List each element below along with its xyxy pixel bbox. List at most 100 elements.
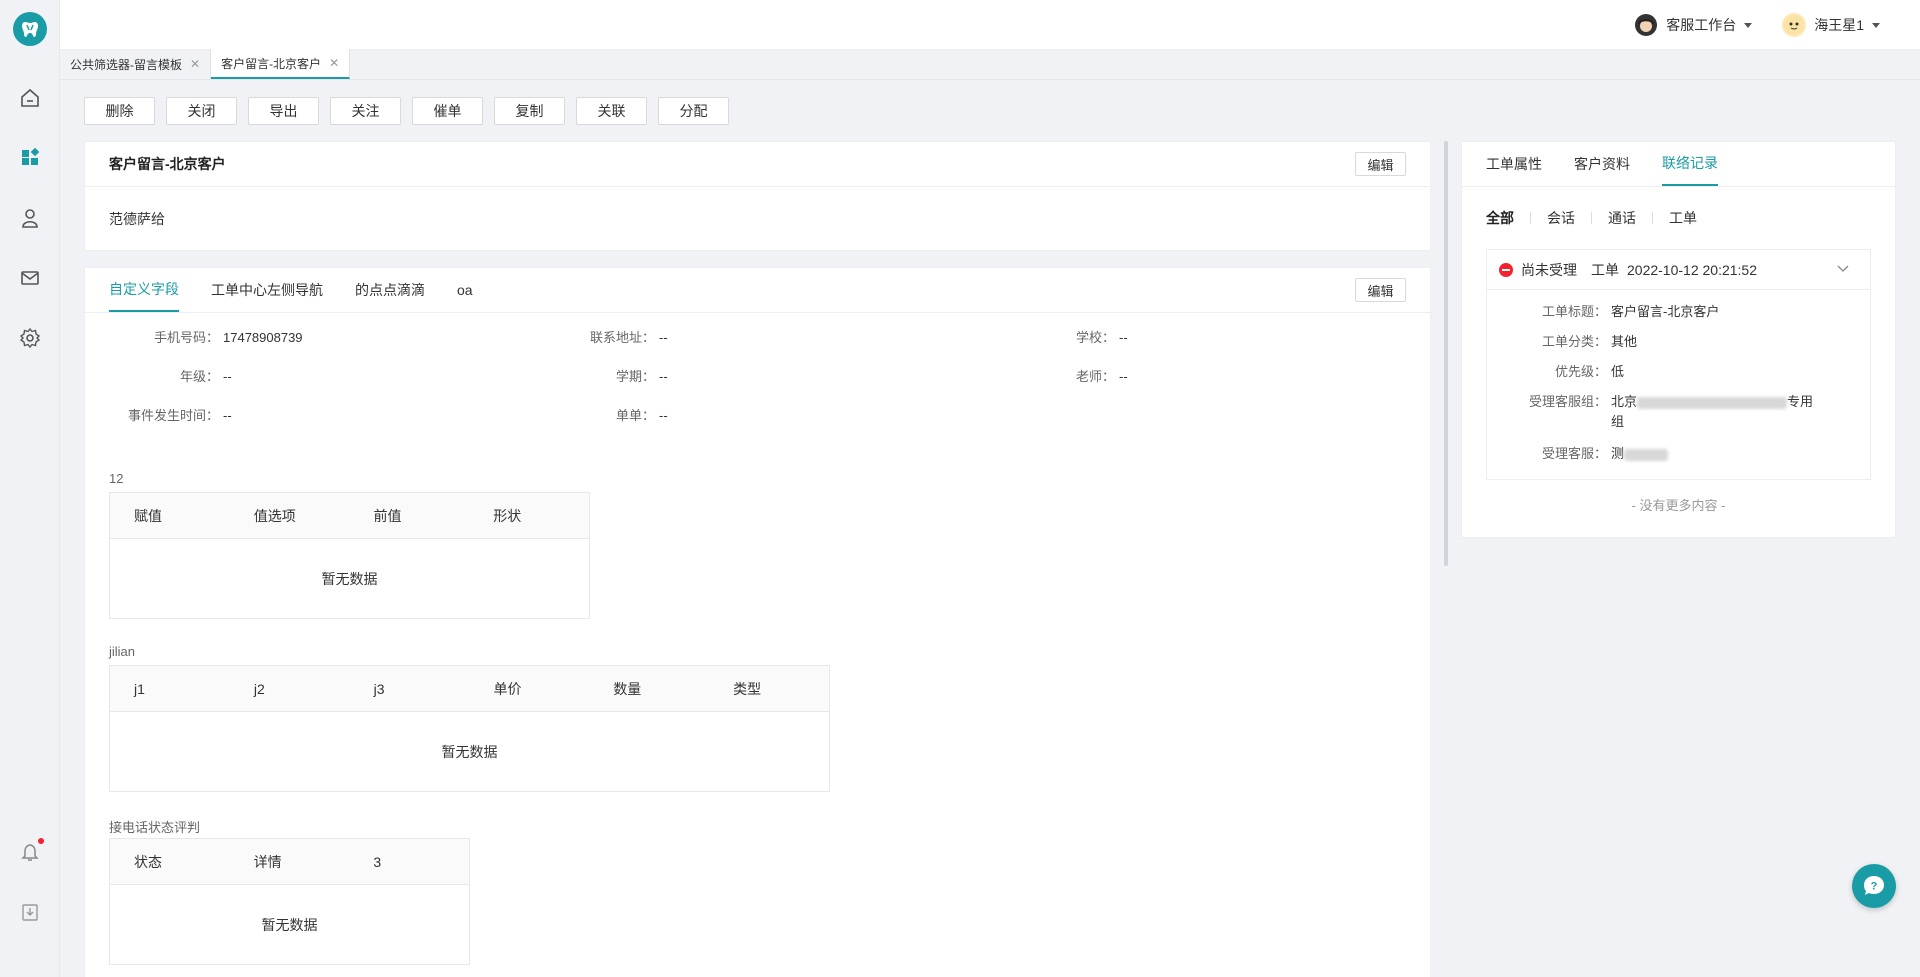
follow-button[interactable]: 关注 — [330, 97, 401, 125]
mail-icon[interactable] — [18, 266, 42, 290]
tooth-logo-icon — [22, 22, 38, 37]
redacted-text — [1637, 396, 1788, 409]
field-teacher: 老师： -- — [1075, 369, 1128, 384]
record-row-title: 工单标题： 客户留言-北京客户 — [1541, 304, 1720, 319]
tab-left-nav[interactable]: 工单中心左侧导航 — [211, 267, 323, 312]
notification-bell-icon[interactable] — [18, 838, 44, 864]
field-event-time: 事件发生时间： -- — [127, 408, 232, 423]
tab-customer-profile[interactable]: 客户资料 — [1574, 141, 1630, 186]
workspace-switcher[interactable]: 客服工作台 — [1634, 13, 1753, 37]
filter-call[interactable]: 通话 — [1608, 208, 1636, 228]
no-more-content: - 没有更多内容 - — [1631, 498, 1726, 513]
group-name-end: 专用 — [1787, 394, 1814, 409]
assign-button[interactable]: 分配 — [658, 97, 729, 125]
field-grade: 年级： -- — [179, 369, 232, 384]
record-card: 尚未受理 工单 2022-10-12 20:21:52 工单标题： 客户留言-北… — [1486, 249, 1871, 480]
help-chat-icon: ? — [1864, 876, 1884, 895]
tab-dots[interactable]: 的点点滴滴 — [355, 267, 425, 312]
chevron-down-icon — [1744, 22, 1753, 28]
link-button[interactable]: 关联 — [576, 97, 647, 125]
divider — [1591, 212, 1592, 224]
column-header: 形状 — [493, 507, 522, 524]
tab-oa[interactable]: oa — [457, 267, 473, 312]
download-icon[interactable] — [18, 900, 42, 924]
record-time: 2022-10-12 20:21:52 — [1627, 261, 1757, 278]
record-row-priority: 优先级： 低 — [1554, 364, 1625, 379]
column-header: j1 — [134, 680, 145, 697]
ticket-body: 范德萨给 — [109, 211, 165, 227]
record-row-agent: 受理客服： 测 — [1487, 444, 1870, 464]
record-row-group: 受理客服组： 北京 专用 组 — [1528, 394, 1814, 429]
action-toolbar: 删除 关闭 导出 关注 催单 复制 关联 分配 — [84, 97, 729, 125]
tab-contact-records[interactable]: 联络记录 — [1662, 141, 1718, 186]
tab-custom-fields[interactable]: 自定义字段 — [109, 267, 179, 312]
page-tabs: 公共筛选器-留言模板 ✕ 客户留言-北京客户 ✕ — [60, 49, 1920, 80]
page-tab-ticket[interactable]: 客户留言-北京客户 ✕ — [211, 49, 351, 79]
copy-button[interactable]: 复制 — [494, 97, 565, 125]
filter-ticket[interactable]: 工单 — [1669, 208, 1697, 228]
workspace-label: 客服工作台 — [1666, 17, 1737, 33]
contacts-icon[interactable] — [18, 206, 42, 230]
headset-agent-icon — [1635, 14, 1658, 36]
record-type: 工单 — [1591, 261, 1619, 278]
subtable-12: 赋值 值选项 前值 形状 暂无数据 — [109, 492, 590, 619]
chevron-down-icon[interactable] — [1836, 262, 1850, 276]
empty-state: 暂无数据 — [441, 743, 498, 760]
page-tab-label: 客户留言-北京客户 — [221, 56, 322, 71]
tab-ticket-attributes[interactable]: 工单属性 — [1486, 141, 1542, 186]
svg-text:?: ? — [1871, 881, 1878, 893]
table-title-jilian: jilian — [109, 644, 136, 659]
subtable-call-status: 状态 详情 3 暂无数据 — [109, 838, 470, 965]
close-icon[interactable]: ✕ — [329, 56, 339, 70]
table-header: 赋值 值选项 前值 形状 — [110, 493, 589, 539]
table-title-call-status: 接电话状态评判 — [109, 820, 201, 835]
column-header: 详情 — [253, 853, 282, 870]
table-header: 状态 详情 3 — [110, 839, 469, 885]
user-name: 海王星1 — [1814, 17, 1864, 33]
column-header: 值选项 — [253, 507, 296, 524]
subtable-jilian: j1 j2 j3 单价 数量 类型 暂无数据 — [109, 665, 830, 792]
dashboard-icon[interactable] — [18, 146, 42, 170]
contact-records-panel: 工单属性 客户资料 联络记录 全部 会话 通话 工单 尚未受理 工单 2022-… — [1461, 141, 1896, 538]
close-icon[interactable]: ✕ — [190, 57, 200, 71]
page-tab-filter-template[interactable]: 公共筛选器-留言模板 ✕ — [60, 49, 212, 79]
export-button[interactable]: 导出 — [248, 97, 319, 125]
record-card-header[interactable]: 尚未受理 工单 2022-10-12 20:21:52 — [1487, 250, 1870, 290]
urge-button[interactable]: 催单 — [412, 97, 483, 125]
edit-fields-button[interactable]: 编辑 — [1355, 278, 1406, 302]
column-header: 3 — [373, 853, 382, 870]
filter-session[interactable]: 会话 — [1547, 208, 1575, 228]
column-header: j3 — [373, 680, 385, 697]
user-menu[interactable]: 海王星1 — [1782, 13, 1880, 37]
ticket-title: 客户留言-北京客户 — [109, 156, 226, 172]
column-header: 状态 — [134, 853, 162, 870]
help-chat-button[interactable]: ? — [1852, 864, 1896, 908]
close-button[interactable]: 关闭 — [166, 97, 237, 125]
group-name-line2: 组 — [1611, 414, 1625, 429]
custom-fields-panel: 自定义字段 工单中心左侧导航 的点点滴滴 oa 编辑 手机号码： 1747890… — [84, 267, 1431, 977]
table-header: j1 j2 j3 单价 数量 类型 — [110, 666, 829, 712]
app-logo[interactable] — [13, 12, 47, 46]
empty-state: 暂无数据 — [321, 570, 378, 587]
settings-gear-icon[interactable] — [18, 326, 42, 350]
ticket-summary-panel: 客户留言-北京客户 编辑 范德萨给 — [84, 141, 1431, 251]
panel-scrollbar[interactable] — [1444, 141, 1448, 566]
column-header: 类型 — [733, 680, 762, 697]
delete-button[interactable]: 删除 — [84, 97, 155, 125]
filter-all[interactable]: 全部 — [1486, 208, 1514, 228]
home-icon[interactable] — [18, 86, 42, 110]
status-minus-icon — [1499, 262, 1513, 277]
page-tab-label: 公共筛选器-留言模板 — [70, 57, 182, 72]
redacted-text — [1624, 448, 1669, 461]
divider — [1652, 212, 1653, 224]
field-grid: 手机号码： 17478908739 联系地址： -- 学校： -- 年级： --… — [85, 328, 1430, 445]
group-name-start: 北京 — [1611, 394, 1638, 409]
column-header: 赋值 — [134, 507, 162, 524]
user-avatar-icon — [1782, 13, 1807, 37]
field-single: 单单： -- — [615, 408, 668, 423]
empty-state: 暂无数据 — [261, 916, 318, 933]
field-address: 联系地址： -- — [589, 330, 668, 345]
field-semester: 学期： -- — [615, 369, 668, 384]
column-header: 单价 — [493, 680, 522, 697]
edit-ticket-button[interactable]: 编辑 — [1355, 152, 1406, 176]
